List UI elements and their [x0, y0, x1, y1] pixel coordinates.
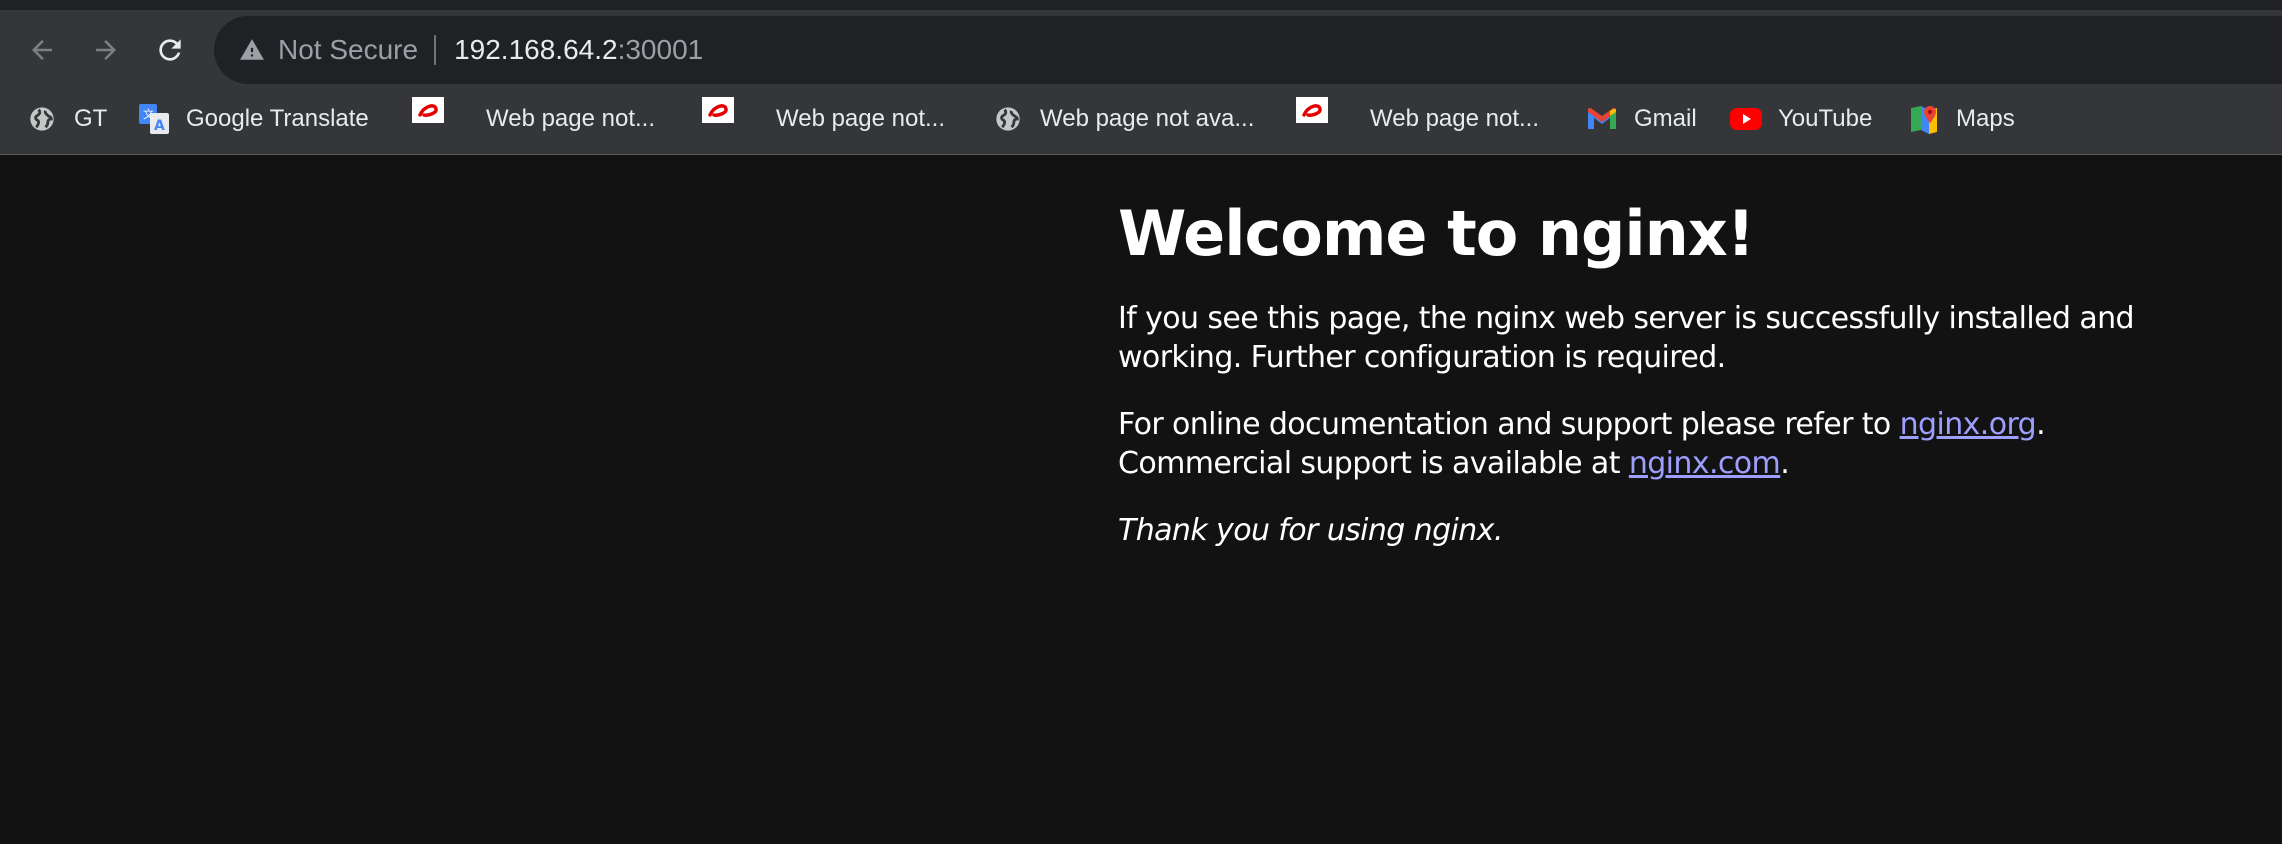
browser-chrome: Not Secure 192.168.64.2:30001 GT 文A Goog… [0, 0, 2282, 155]
bookmark-label: Web page not... [1370, 105, 1540, 132]
google-maps-icon [1908, 103, 1940, 135]
page-title: Welcome to nginx! [1118, 197, 1755, 270]
globe-icon [992, 103, 1024, 135]
bookmark-label: Gmail [1634, 105, 1697, 132]
bookmark-web-page-not-2[interactable]: Web page not... [702, 96, 945, 142]
nginx-com-link[interactable]: nginx.com [1629, 446, 1781, 481]
url-text[interactable]: 192.168.64.2:30001 [454, 34, 703, 66]
address-divider [434, 35, 437, 65]
url-port: :30001 [617, 34, 704, 65]
bookmark-maps[interactable]: Maps [1908, 96, 2015, 142]
page-viewport: Welcome to nginx! If you see this page, … [0, 155, 2282, 844]
install-message: If you see this page, the nginx web serv… [1118, 301, 2135, 376]
bookmark-label: Web page not... [486, 105, 656, 132]
warning-triangle-icon[interactable] [238, 36, 266, 64]
nginx-welcome-content: Welcome to nginx! If you see this page, … [1118, 197, 2188, 550]
arrow-left-icon [27, 35, 57, 65]
security-status-label[interactable]: Not Secure [278, 34, 418, 66]
svg-text:A: A [154, 118, 165, 134]
nginx-org-link[interactable]: nginx.org [1900, 407, 2037, 442]
gmail-icon [1586, 103, 1618, 135]
reload-button[interactable] [146, 26, 194, 74]
bookmark-web-page-not-available[interactable]: Web page not ava... [992, 96, 1254, 142]
support-text: For online documentation and support ple… [1118, 407, 1900, 443]
address-bar[interactable]: Not Secure 192.168.64.2:30001 [214, 16, 2282, 84]
bookmark-gmail[interactable]: Gmail [1586, 96, 1697, 142]
url-host: 192.168.64.2 [454, 34, 618, 65]
tab-strip [0, 0, 2282, 10]
arrow-right-icon [91, 35, 121, 65]
bookmark-label: GT [74, 105, 108, 132]
bookmarks-bar: GT 文A Google Translate Web page not... W… [0, 90, 2282, 150]
bookmark-label: Maps [1956, 105, 2015, 132]
forward-button[interactable] [82, 26, 130, 74]
commercial-text: Commercial support is available at [1118, 446, 1629, 482]
bookmark-web-page-not-3[interactable]: Web page not... [1296, 96, 1539, 142]
commercial-punctuation: . [1780, 446, 1790, 482]
thank-you-text: Thank you for using nginx. [1118, 513, 1503, 549]
back-button[interactable] [18, 26, 66, 74]
bookmark-gt[interactable]: GT [26, 96, 107, 142]
svg-text:文: 文 [143, 107, 154, 121]
bookmark-label: Google Translate [186, 105, 369, 132]
bookmark-web-page-not-1[interactable]: Web page not... [412, 96, 655, 142]
google-translate-icon: 文A [138, 103, 170, 135]
youtube-icon [1730, 103, 1762, 135]
bookmark-youtube[interactable]: YouTube [1730, 96, 1872, 142]
support-punctuation: . [2036, 407, 2046, 443]
reload-icon [154, 34, 186, 66]
browser-toolbar: Not Secure 192.168.64.2:30001 [0, 10, 2282, 86]
airtel-icon [1296, 94, 1328, 126]
airtel-icon [702, 94, 734, 126]
bookmark-label: YouTube [1778, 105, 1873, 132]
globe-icon [26, 103, 58, 135]
support-message: For online documentation and support ple… [1118, 405, 2188, 483]
bookmark-label: Web page not... [776, 105, 946, 132]
airtel-icon [412, 94, 444, 126]
bookmark-google-translate[interactable]: 文A Google Translate [138, 96, 369, 142]
bookmark-label: Web page not ava... [1040, 105, 1255, 132]
thank-you-message: Thank you for using nginx. [1118, 511, 2188, 550]
